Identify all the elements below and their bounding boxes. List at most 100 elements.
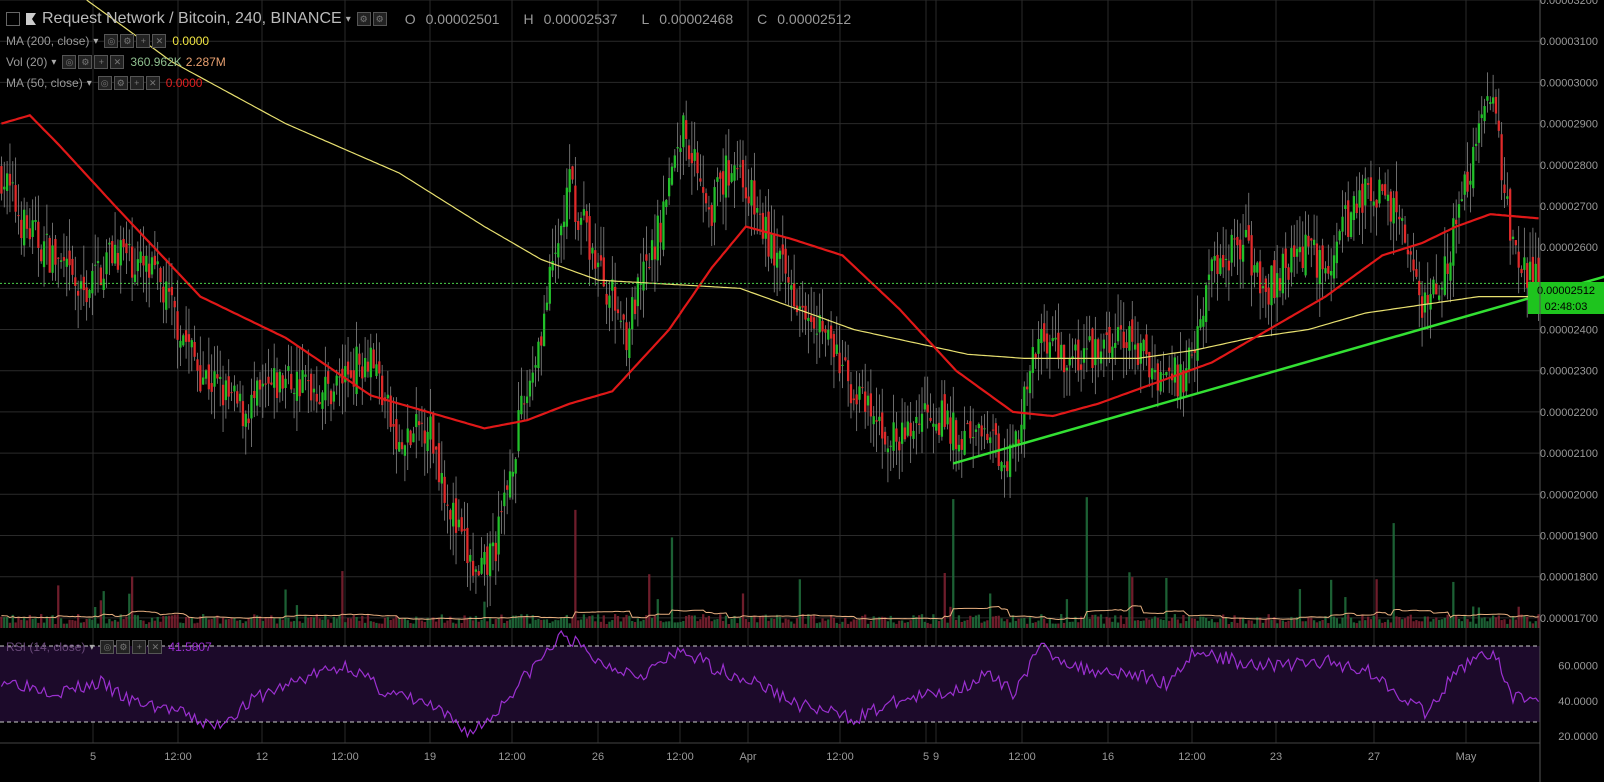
volume-bar [1480, 618, 1483, 628]
candle-body [94, 264, 97, 266]
symbol-title[interactable]: Request Network / Bitcoin, 240, BINANCE [42, 10, 342, 28]
candle-body [1256, 262, 1259, 273]
ma50-legend[interactable]: MA (50, close) ▾ ◎ ⚙ + ✕ 0.0000 [6, 76, 202, 90]
volume-bar [1190, 618, 1194, 628]
volume-bar [923, 621, 926, 628]
candle-body [324, 376, 327, 401]
collapse-icon[interactable] [6, 12, 20, 26]
candle-body [91, 270, 94, 294]
volume-bar [99, 600, 103, 628]
price-chart[interactable]: 0.00003200 0.00003100 0.00003000 0.00002900… [0, 0, 1604, 782]
volume-bar [298, 621, 301, 628]
eye-icon[interactable]: ◎ [104, 34, 119, 48]
candle-body [1392, 197, 1395, 224]
volume-bar [329, 622, 333, 628]
plus-icon[interactable]: + [94, 55, 109, 69]
gear-icon[interactable]: ⚙ [113, 76, 128, 90]
volume-bar [1446, 614, 1449, 628]
volume-bar [1045, 623, 1049, 628]
volume-bar [1298, 589, 1302, 628]
volume-bar [219, 623, 222, 628]
candle-body [645, 254, 648, 261]
volume-bar [1097, 616, 1100, 628]
candle-body [739, 165, 742, 167]
candle-body [471, 560, 475, 576]
close-icon[interactable]: ✕ [145, 76, 160, 90]
volume-bar [812, 614, 816, 628]
volume-bar [1173, 614, 1177, 628]
ma200-legend[interactable]: MA (200, close) ▾ ◎ ⚙ + ✕ 0.0000 [6, 34, 209, 48]
volume-bar [1403, 618, 1407, 628]
candle-body [1011, 443, 1015, 445]
candle-body [42, 241, 46, 268]
candle-body [1034, 353, 1037, 358]
volume-bar [94, 606, 97, 628]
volume-bar [832, 617, 836, 628]
volume-bar [690, 615, 693, 628]
volume-bar [392, 618, 395, 628]
volume-bar [829, 615, 833, 628]
candle-body [514, 459, 517, 474]
candle-body [1452, 218, 1455, 266]
volume-bar [74, 620, 77, 628]
plus-icon[interactable]: + [136, 34, 151, 48]
gear-icon[interactable]: ⚙ [372, 12, 387, 26]
candle-body [824, 329, 827, 333]
candle-body [986, 433, 989, 441]
candle-body [662, 201, 665, 250]
candle-body [639, 283, 642, 285]
eye-icon[interactable]: ◎ [62, 55, 77, 69]
candle-body [1250, 235, 1253, 276]
candle-body [537, 341, 540, 369]
candle-body [1199, 319, 1202, 328]
candle-body [213, 371, 216, 387]
candle-body [1216, 254, 1219, 275]
eye-icon[interactable]: ◎ [97, 76, 112, 90]
rsi-legend[interactable]: RSI (14, close) ▾ ◎ ⚙ + ✕ 41.5807 [6, 640, 212, 654]
close-icon[interactable]: ✕ [110, 55, 125, 69]
gear-icon[interactable]: ⚙ [78, 55, 93, 69]
candle-body [1111, 346, 1114, 358]
chevron-down-icon[interactable]: ▾ [346, 14, 351, 25]
close-icon[interactable]: ✕ [148, 640, 163, 654]
volume-legend[interactable]: Vol (20) ▾ ◎ ⚙ + ✕ 360.962K 2.287M [6, 55, 226, 69]
volume-bar [864, 614, 867, 628]
candle-body [619, 320, 622, 322]
volume-bar [40, 614, 43, 628]
time-tick-label: 26 [592, 751, 604, 763]
candle-body [312, 388, 316, 393]
candle-body [503, 492, 506, 507]
candle-body [1440, 287, 1444, 290]
candle-body [409, 430, 412, 446]
volume-bar [994, 615, 998, 628]
plus-icon[interactable]: + [132, 640, 147, 654]
eye-icon[interactable]: ◎ [100, 640, 115, 654]
candle-body [849, 384, 853, 404]
close-icon[interactable]: ✕ [152, 34, 167, 48]
gear-icon[interactable]: ⚙ [120, 34, 135, 48]
settings-icon[interactable]: ⚙ [356, 12, 371, 26]
volume-bar [744, 619, 747, 628]
candle-body [898, 441, 901, 451]
candle-body [40, 249, 43, 262]
candle-body [329, 390, 333, 405]
candle-body [1341, 216, 1344, 232]
symbol-legend[interactable]: Request Network / Bitcoin, 240, BINANCE … [6, 10, 871, 28]
volume-bar [273, 618, 276, 628]
volume-bar [443, 622, 446, 628]
volume-bar [59, 618, 63, 628]
plus-icon[interactable]: + [129, 76, 144, 90]
volume-bar [895, 623, 898, 628]
time-tick-label: 12:00 [498, 751, 526, 763]
volume-bar [446, 620, 449, 628]
volume-bar [477, 621, 480, 628]
candle-body [1006, 461, 1009, 472]
volume-bar [793, 623, 796, 628]
candle-body [974, 429, 978, 432]
volume-bar [1264, 618, 1267, 628]
rsi-tick-label: 20.0000 [1558, 731, 1598, 743]
candle-body [736, 168, 739, 170]
candle-body [713, 187, 716, 223]
volume-bar [625, 614, 628, 628]
gear-icon[interactable]: ⚙ [116, 640, 131, 654]
